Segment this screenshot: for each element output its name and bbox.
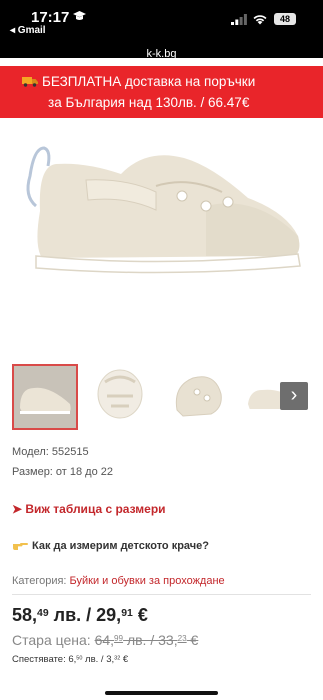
old-price: Стара цена: 64,99 лв. / 33,23 € [12, 632, 198, 648]
divider [12, 594, 311, 595]
free-delivery-banner: БЕЗПЛАТНА доставка на поръчки за Българи… [0, 66, 323, 118]
product-main-image[interactable] [16, 126, 308, 346]
promo-text-2: за България над 130лв. / 66.47€ [48, 95, 250, 110]
thumbnail-strip [12, 364, 312, 430]
promo-text-1: БЕЗПЛАТНА доставка на поръчки [42, 74, 256, 89]
status-bar: 17:17 ◂ Gmail 48 k-k.bg [0, 0, 323, 60]
product-size-range: Размер: от 18 до 22 [12, 466, 114, 478]
page-url: k-k.bg [146, 48, 177, 60]
product-model: Модел: 552515 [12, 446, 89, 458]
price-eur-cents: 91 [121, 608, 133, 620]
savings: Спестявате: 6,50 лв. / 3,32 € [12, 654, 128, 665]
wifi-icon [253, 15, 267, 25]
old-price-eur-cents: 23 [177, 633, 187, 643]
price-lev: 58, [12, 605, 38, 625]
measure-foot-link[interactable]: Как да измерим детското краче? [12, 539, 209, 552]
pointing-hand-icon [13, 543, 28, 550]
home-indicator [105, 691, 218, 695]
truck-icon [22, 77, 38, 87]
old-price-lev: 64, [94, 632, 115, 648]
promo-line-1: БЕЗПЛАТНА доставка на поръчки [22, 74, 255, 89]
measure-foot-text: Как да измерим детското краче? [32, 540, 209, 552]
graduation-cap-icon [73, 11, 86, 20]
status-time: 17:17 [31, 9, 70, 26]
category-link[interactable]: Буйки и обувки за прохождане [70, 575, 225, 587]
savings-label: Спестявате: [12, 654, 66, 665]
chevron-right-icon[interactable]: › [280, 382, 308, 410]
old-price-lev-unit: лв. / 33, [123, 632, 178, 648]
category-label: Категория: [12, 575, 67, 587]
old-price-lev-cents: 99 [114, 633, 124, 643]
price-lev-cents: 49 [37, 608, 49, 620]
price-lev-unit: лв. / 29, [48, 605, 122, 625]
signal-icon [231, 14, 247, 25]
old-price-label: Стара цена: [12, 632, 91, 648]
battery-indicator: 48 [274, 13, 296, 25]
old-price-value: 64,99 лв. / 33,23 € [95, 632, 199, 648]
back-to-gmail[interactable]: ◂ Gmail [10, 25, 46, 36]
old-price-eur-unit: € [186, 632, 199, 648]
current-price: 58,49 лв. / 29,91 € [12, 605, 148, 626]
price-eur-unit: € [132, 605, 148, 625]
thumbnail-1[interactable] [12, 364, 78, 430]
savings-lev-unit: лв. / 3, [82, 654, 115, 665]
size-table-link[interactable]: ➤ Виж таблица с размери [12, 502, 166, 516]
thumbnail-2[interactable] [87, 364, 153, 430]
thumbnail-3[interactable] [167, 364, 233, 430]
product-category: Категория: Буйки и обувки за прохождане [12, 575, 225, 587]
savings-eur-unit: € [120, 654, 129, 665]
